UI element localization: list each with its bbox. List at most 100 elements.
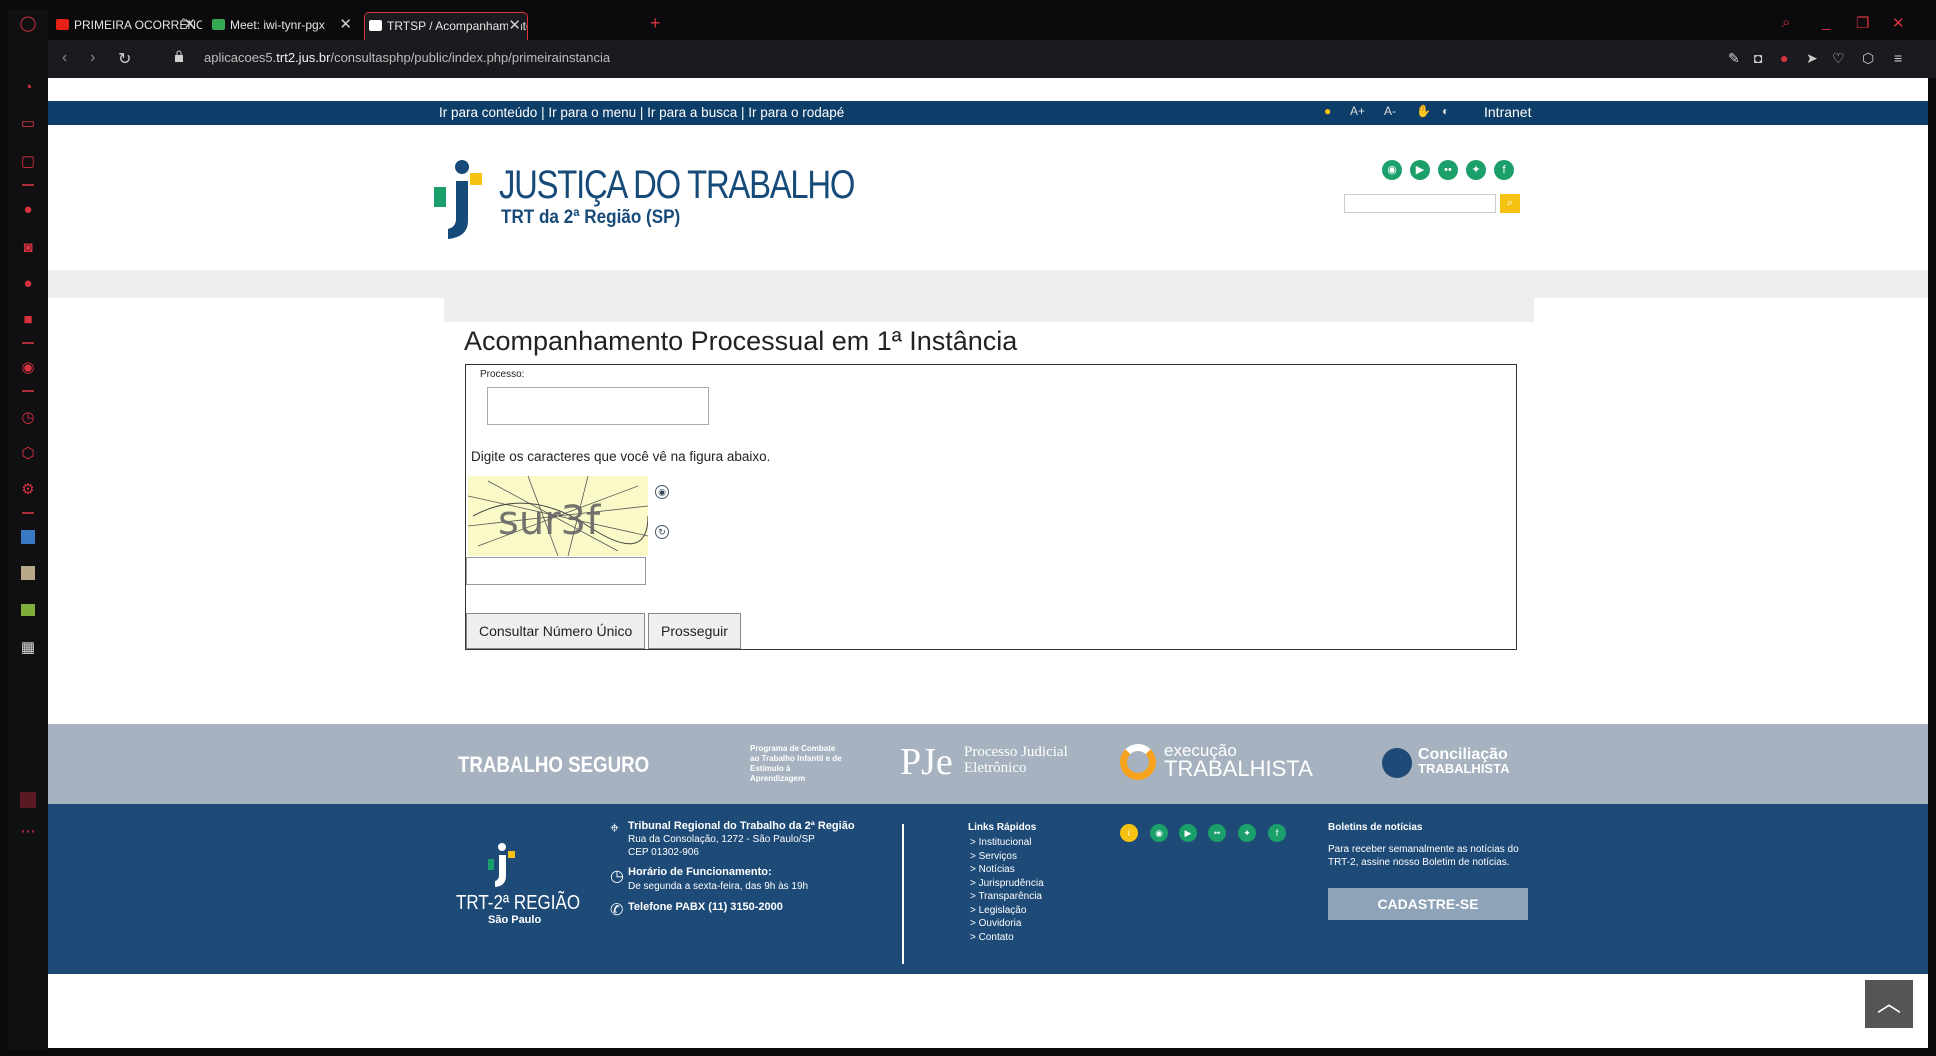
prosseguir-button[interactable]: Prosseguir [648,613,741,649]
extension-icon[interactable] [18,602,38,622]
programa-link[interactable]: Programa de Combate ao Trabalho Infantil… [704,744,844,784]
url-field[interactable]: aplicacoes5.trt2.jus.br/consultasphp/pub… [204,50,610,65]
reload-button[interactable]: ↻ [118,49,131,69]
audio-captcha-icon[interactable]: ◉ [655,485,669,499]
twitter-icon[interactable]: ✦ [1238,824,1256,842]
heart-icon[interactable]: ♡ [1832,50,1845,67]
opera-logo-icon[interactable]: ◯ [18,14,38,34]
more-icon[interactable]: ⋯ [18,822,38,842]
skip-to-menu-link[interactable]: Ir para o menu [548,105,636,120]
site-search-input[interactable] [1344,194,1496,213]
horario-title: Horário de Funcionamento: [628,866,772,878]
rss-icon[interactable]: ◉ [1382,160,1402,180]
profile-icon[interactable] [18,792,38,812]
refresh-captcha-icon[interactable]: ↻ [655,525,669,539]
meet-icon [212,19,225,30]
link-contato[interactable]: > Contato [970,931,1044,945]
shopping-icon[interactable]: ▭ [18,114,38,134]
link-transparencia[interactable]: > Transparência [970,890,1044,904]
facebook-icon[interactable]: f [1268,824,1286,842]
twitch-icon[interactable]: ▢ [18,152,38,172]
youtube-icon[interactable]: ▶ [1410,160,1430,180]
forward-button[interactable]: › [90,49,95,67]
history-icon[interactable]: ◷ [18,408,38,428]
cube-icon[interactable]: ⬡ [1862,50,1874,67]
menu-band [48,270,1928,298]
tab-youtube[interactable]: PRIMEIRA OCORRÊNCIA M ✕ [52,12,202,40]
intranet-link[interactable]: Intranet [1484,104,1531,120]
skip-to-search-link[interactable]: Ir para a busca [647,105,737,120]
tab-bar: PRIMEIRA OCORRÊNCIA M ✕ Meet: iwi-tynr-p… [48,10,1936,40]
link-jurisprudencia[interactable]: > Jurisprudência [970,877,1044,891]
calculator-icon[interactable]: ▦ [18,638,38,658]
translate-icon[interactable] [18,530,38,550]
info-icon[interactable]: i [1120,824,1138,842]
font-decrease-button[interactable]: A- [1384,104,1396,118]
back-to-top-button[interactable]: ︿ [1865,980,1913,1028]
page-title: Acompanhamento Processual em 1ª Instânci… [464,326,1018,356]
close-icon[interactable]: ✕ [183,12,196,38]
footer-divider [902,824,904,964]
close-window-button[interactable]: ✕ [1892,14,1905,32]
cadastre-se-button[interactable]: CADASTRE-SE [1328,888,1528,920]
send-icon[interactable]: ➤ [1806,50,1818,67]
link-servicos[interactable]: > Serviços [970,850,1044,864]
tab-meet[interactable]: Meet: iwi-tynr-pgx ✕ [208,12,358,40]
restore-button[interactable]: ❐ [1856,14,1869,32]
captcha-text: sur3f [498,498,601,544]
flickr-icon[interactable]: •• [1438,160,1458,180]
captcha-instruction: Digite os caracteres que você vê na figu… [471,449,771,464]
processo-label: Processo: [480,369,525,380]
captcha-input[interactable] [466,557,646,585]
processo-input[interactable] [487,387,709,425]
flickr-icon[interactable]: •• [1208,824,1226,842]
consultar-button[interactable]: Consultar Número Único [466,613,646,649]
trt-logo-icon [488,843,515,887]
whatsapp-icon[interactable]: ● [18,200,38,220]
youtube-icon[interactable]: ▶ [1179,824,1197,842]
contrast-icon[interactable]: ◐ [1442,104,1449,118]
instagram-icon[interactable]: ◙ [18,238,38,258]
links-title: Links Rápidos [968,822,1037,833]
extensions-icon[interactable]: ⬡ [18,444,38,464]
close-icon[interactable]: ✕ [508,13,521,39]
execucao-logo-icon[interactable] [1120,744,1156,780]
twitter-icon[interactable]: ● [18,274,38,294]
twitter-icon[interactable]: ✦ [1466,160,1486,180]
link-legislacao[interactable]: > Legislação [970,904,1044,918]
info-icon[interactable]: ● [1324,104,1331,118]
player-icon[interactable]: ◉ [18,358,38,378]
back-button[interactable]: ‹ [62,49,67,67]
execucao-link[interactable]: execução TRABALHISTA [1164,742,1313,780]
skip-to-footer-link[interactable]: Ir para o rodapé [748,105,844,120]
new-tab-button[interactable]: + [650,13,661,34]
settings-icon[interactable]: ⚙ [18,480,38,500]
search-icon[interactable]: ⌕ [1500,194,1520,213]
close-icon[interactable]: ✕ [339,12,352,38]
link-institucional[interactable]: > Institucional [970,836,1044,850]
vpn-shield-icon[interactable]: ● [1780,50,1788,66]
sign-language-icon[interactable]: ✋ [1416,104,1431,118]
link-ouvidoria[interactable]: > Ouvidoria [970,917,1044,931]
camera-icon[interactable]: ◘ [1754,50,1762,66]
sidebar-divider [22,184,34,186]
link-noticias[interactable]: > Notícias [970,863,1044,877]
menu-icon[interactable]: ≡ [1894,50,1902,66]
rss-icon[interactable]: ◉ [1150,824,1168,842]
minimize-button[interactable]: _ [1822,14,1830,31]
search-tabs-icon[interactable]: ⌕ [1782,14,1790,31]
skip-to-content-link[interactable]: Ir para conteúdo [439,105,537,120]
url-domain: trt2.jus.br [276,50,331,65]
pje-link[interactable]: PJe [900,740,953,784]
conciliacao-link[interactable]: Conciliação TRABALHISTA [1418,747,1509,776]
notes-icon[interactable] [18,566,38,586]
tab-trtsp[interactable]: TRTSP / Acompanhamento ✕ [364,12,528,40]
edit-icon[interactable]: ✎ [1728,50,1740,67]
discord-icon[interactable]: ■ [18,310,38,330]
jt-logo-icon[interactable] [434,159,496,241]
font-increase-button[interactable]: A+ [1350,104,1365,118]
speed-dial-icon[interactable]: ◔ [18,78,38,98]
trabalho-seguro-link[interactable]: TRABALHO SEGURO [458,752,649,778]
pje-text-2: Eletrônico [964,760,1027,776]
facebook-icon[interactable]: f [1494,160,1514,180]
